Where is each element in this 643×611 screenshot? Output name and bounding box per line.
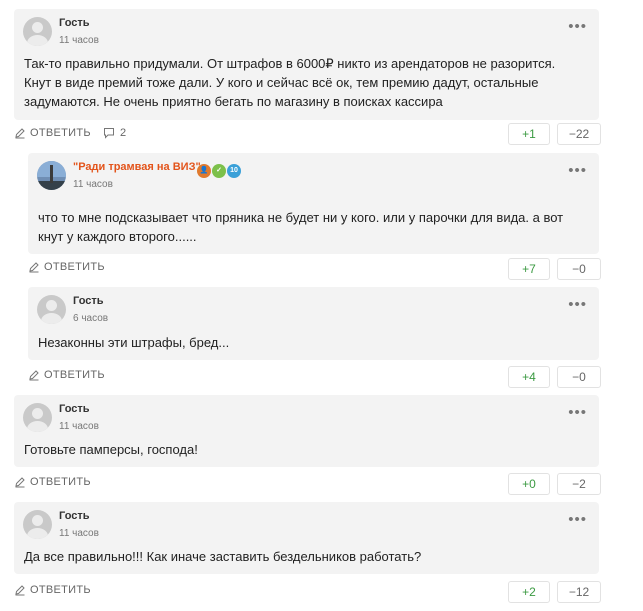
comment-time: 11 часов — [73, 179, 113, 190]
comment-text: что то мне подсказывает что пряника не б… — [38, 210, 564, 244]
comment-card: "Ради трамвая на ВИЗ" 👤 ✓ 10 11 часов ••… — [28, 153, 599, 254]
reply-button[interactable]: ОТВЕТИТЬ — [14, 584, 91, 596]
avatar[interactable] — [37, 161, 66, 190]
pencil-icon — [29, 262, 39, 273]
comment-author[interactable]: "Ради трамвая на ВИЗ" — [73, 161, 201, 173]
avatar[interactable] — [37, 295, 66, 324]
vote-down-button[interactable]: −2 — [557, 473, 601, 495]
avatar[interactable] — [23, 510, 52, 539]
replies-count: 2 — [120, 127, 127, 139]
comment-card: Гость 6 часов ••• Незаконны эти штрафы, … — [28, 287, 599, 360]
replies-count-button[interactable]: 2 — [103, 127, 126, 139]
avatar[interactable] — [23, 17, 52, 46]
reply-label: ОТВЕТИТЬ — [30, 584, 91, 596]
reply-button[interactable]: ОТВЕТИТЬ — [28, 369, 105, 381]
reply-button[interactable]: ОТВЕТИТЬ — [14, 127, 91, 139]
reply-label: ОТВЕТИТЬ — [30, 127, 91, 139]
comment-author[interactable]: Гость — [59, 17, 90, 29]
reply-label: ОТВЕТИТЬ — [30, 476, 91, 488]
vote-up-button[interactable]: +4 — [508, 366, 550, 388]
comment-icon — [104, 128, 114, 139]
avatar[interactable] — [23, 403, 52, 432]
reply-label: ОТВЕТИТЬ — [44, 369, 105, 381]
comment-text: Да все правильно!!! Как иначе заставить … — [24, 549, 422, 564]
pencil-icon — [15, 585, 25, 596]
comment-card: Гость 11 часов ••• Так-то правильно прид… — [14, 9, 599, 120]
comment-text: Незаконны эти штрафы, бред... — [38, 335, 230, 350]
vote-down-button[interactable]: −0 — [557, 258, 601, 280]
comment-time: 11 часов — [59, 421, 99, 432]
vote-up-button[interactable]: +0 — [508, 473, 550, 495]
vote-up-button[interactable]: +7 — [508, 258, 550, 280]
vote-down-button[interactable]: −0 — [557, 366, 601, 388]
pencil-icon — [15, 477, 25, 488]
vote-down-button[interactable]: −22 — [557, 123, 601, 145]
pencil-icon — [29, 370, 39, 381]
comment-author[interactable]: Гость — [73, 295, 104, 307]
user-badge-icon: 👤 — [197, 164, 211, 178]
vote-up-button[interactable]: +2 — [508, 581, 550, 603]
vote-down-button[interactable]: −12 — [557, 581, 601, 603]
comment-card: Гость 11 часов ••• Да все правильно!!! К… — [14, 502, 599, 574]
comment-time: 11 часов — [59, 35, 99, 46]
user-badges: 👤 ✓ 10 — [197, 164, 245, 178]
reply-button[interactable]: ОТВЕТИТЬ — [28, 261, 105, 273]
comment-card: Гость 11 часов ••• Готовьте памперсы, го… — [14, 395, 599, 467]
comment-time: 11 часов — [59, 528, 99, 539]
comment-time: 6 часов — [73, 313, 109, 324]
level-badge-icon: 10 — [227, 164, 241, 178]
comment-author[interactable]: Гость — [59, 403, 90, 415]
pencil-icon — [15, 128, 25, 139]
check-badge-icon: ✓ — [212, 164, 226, 178]
reply-label: ОТВЕТИТЬ — [44, 261, 105, 273]
comment-author[interactable]: Гость — [59, 510, 90, 522]
comment-text: Готовьте памперсы, господа! — [24, 442, 198, 457]
reply-button[interactable]: ОТВЕТИТЬ — [14, 476, 91, 488]
vote-up-button[interactable]: +1 — [508, 123, 550, 145]
comment-text: Так-то правильно придумали. От штрафов в… — [24, 56, 556, 109]
